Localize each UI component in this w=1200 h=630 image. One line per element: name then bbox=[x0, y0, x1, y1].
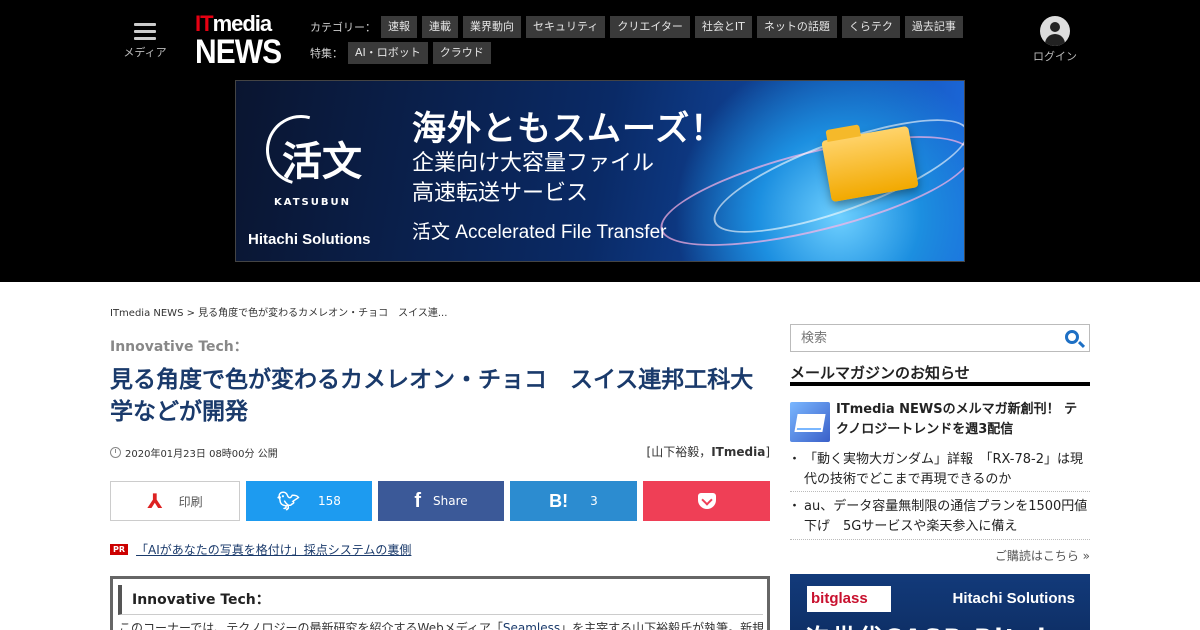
category-caption: カテゴリー： bbox=[310, 21, 376, 34]
search-box bbox=[790, 324, 1090, 352]
banner-product: 活文 Accelerated File Transfer bbox=[412, 222, 667, 243]
hatena-icon: B! bbox=[549, 490, 569, 511]
category-tag-sokuhou[interactable]: 速報 bbox=[381, 16, 417, 38]
category-nav: カテゴリー： 速報 連載 業界動向 セキュリティ クリエイター 社会とIT ネッ… bbox=[310, 16, 968, 38]
user-avatar-icon bbox=[1040, 16, 1070, 46]
banner-company: Hitachi Solutions bbox=[248, 231, 371, 248]
newsletter-feature[interactable]: ITmedia NEWSのメルマガ新創刊！ テクノロジートレンドを週3配信 bbox=[790, 400, 1090, 444]
site-logo[interactable]: ITmedia NEWS bbox=[194, 12, 294, 71]
katsubun-logo-sub: KATSUBUN bbox=[274, 197, 351, 208]
series-intro-title: Innovative Tech： bbox=[118, 585, 763, 615]
article-series[interactable]: Innovative Tech： bbox=[110, 336, 248, 356]
newsletter-item[interactable]: au、データ容量無制限の通信プランを1500円値下げ 5Gサービスや楽天参入に備… bbox=[788, 497, 1090, 540]
feature-tag-ai[interactable]: AI・ロボット bbox=[348, 42, 428, 64]
page-title: 見る角度で色が変わるカメレオン・チョコ スイス連邦工科大学などが開発 bbox=[110, 367, 754, 425]
newsletter-feature-text[interactable]: ITmedia NEWSのメルマガ新創刊！ テクノロジートレンドを週3配信 bbox=[836, 400, 1090, 440]
mail-icon bbox=[790, 402, 830, 442]
login-button[interactable]: ログイン bbox=[1030, 16, 1080, 64]
facebook-icon: f bbox=[414, 489, 422, 512]
feature-nav: 特集： AI・ロボット クラウド bbox=[310, 42, 496, 64]
twitter-share-button[interactable]: 🐦︎ 158 bbox=[246, 481, 372, 521]
pr-link-text[interactable]: 「AIがあなたの写真を格付け」採点システムの裏側 bbox=[136, 541, 411, 558]
search-input[interactable] bbox=[791, 325, 1051, 351]
logo-news: NEWS bbox=[195, 33, 282, 71]
category-tag-net[interactable]: ネットの話題 bbox=[756, 16, 837, 38]
print-button[interactable]: ⅄ 印刷 bbox=[110, 481, 240, 521]
sidebar-ad-company: Hitachi Solutions bbox=[952, 590, 1075, 607]
category-tag-rensai[interactable]: 連載 bbox=[422, 16, 458, 38]
hatena-count: 3 bbox=[590, 494, 598, 508]
print-icon: ⅄ bbox=[147, 489, 163, 513]
sidebar-ad[interactable]: bitglass Hitachi Solutions 次世代CASB Bitgl… bbox=[790, 574, 1096, 630]
publish-date-text: 2020年01月23日 08時00分 公開 bbox=[125, 449, 278, 460]
banner-line-2: 高速転送サービス bbox=[412, 181, 589, 206]
twitter-icon: 🐦︎ bbox=[277, 490, 300, 512]
newsletter-item[interactable]: 「動く実物大ガンダム」詳報 「RX-78-2」は現代の技術でどこまで再現できるの… bbox=[788, 450, 1090, 492]
category-tag-security[interactable]: セキュリティ bbox=[526, 16, 606, 38]
feature-caption: 特集： bbox=[310, 47, 343, 60]
hatena-bookmark-button[interactable]: B! 3 bbox=[510, 481, 637, 521]
category-tag-archive[interactable]: 過去記事 bbox=[904, 16, 963, 38]
category-tag-industry[interactable]: 業界動向 bbox=[463, 16, 521, 38]
newsletter-heading: メールマガジンのお知らせ bbox=[790, 362, 1090, 386]
site-header: メディア ITmedia NEWS カテゴリー： 速報 連載 業界動向 セキュリ… bbox=[0, 0, 1200, 282]
facebook-share-button[interactable]: f Share bbox=[378, 481, 504, 521]
sidebar-ad-headline: 次世代CASB Bitglass bbox=[806, 618, 1098, 630]
twitter-count: 158 bbox=[317, 494, 341, 508]
feature-tag-cloud[interactable]: クラウド bbox=[432, 42, 491, 64]
banner-headline: 海外ともスムーズ！ bbox=[412, 109, 726, 149]
banner-subline: 企業向け大容量ファイル 高速転送サービス bbox=[412, 149, 654, 209]
pr-badge: PR bbox=[110, 544, 129, 555]
category-tag-kuratech[interactable]: くらテク bbox=[841, 16, 900, 38]
ad-banner[interactable]: 活文 KATSUBUN Hitachi Solutions 海外ともスムーズ！ … bbox=[235, 80, 965, 262]
print-label: 印刷 bbox=[178, 494, 203, 509]
media-menu-button[interactable]: メディア bbox=[120, 20, 170, 62]
menu-icon bbox=[134, 23, 156, 40]
facebook-label: Share bbox=[433, 494, 468, 508]
clock-icon bbox=[110, 447, 121, 458]
katsubun-logo: 活文 bbox=[282, 138, 362, 185]
bitglass-logo: bitglass bbox=[807, 586, 891, 612]
search-icon[interactable] bbox=[1065, 330, 1079, 344]
subscribe-link[interactable]: ご購読はこちら » bbox=[995, 547, 1090, 564]
series-intro-box: Innovative Tech： このコーナーでは、テクノロジーの最新研究を紹介… bbox=[110, 576, 770, 630]
pr-link[interactable]: PR 「AIがあなたの写真を格付け」採点システムの裏側 bbox=[110, 541, 411, 558]
login-label: ログイン bbox=[1033, 50, 1077, 63]
series-intro-text: このコーナーでは、テクノロジーの最新研究を紹介するWebメディア「Seamles… bbox=[119, 619, 764, 630]
category-tag-society[interactable]: 社会とIT bbox=[694, 16, 752, 38]
pocket-icon bbox=[697, 493, 716, 509]
category-tag-creator[interactable]: クリエイター bbox=[610, 16, 690, 38]
banner-line-1: 企業向け大容量ファイル bbox=[412, 151, 655, 176]
publish-date: 2020年01月23日 08時00分 公開 bbox=[110, 445, 278, 460]
byline: [山下裕毅，ITmedia] bbox=[646, 445, 770, 459]
menu-label: メディア bbox=[123, 46, 167, 59]
pocket-button[interactable] bbox=[643, 481, 770, 521]
seamless-link[interactable]: Seamless bbox=[503, 621, 560, 630]
breadcrumb[interactable]: ITmedia NEWS > 見る角度で色が変わるカメレオン・チョコ スイス連.… bbox=[110, 304, 447, 319]
